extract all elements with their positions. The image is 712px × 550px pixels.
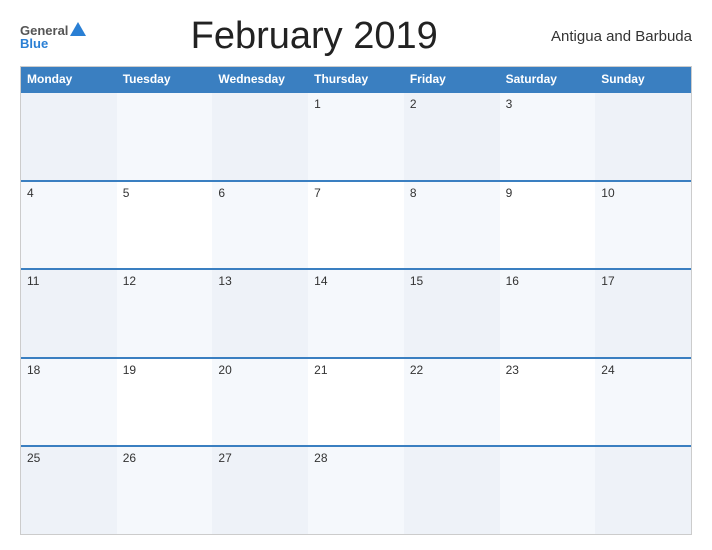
calendar-week: 25 26 27 28 <box>21 445 691 534</box>
day-number: 8 <box>410 186 417 200</box>
calendar-cell: 14 <box>308 270 404 357</box>
country-label: Antigua and Barbuda <box>542 28 692 45</box>
calendar-cell: 4 <box>21 182 117 269</box>
day-number: 15 <box>410 274 423 288</box>
day-number: 6 <box>218 186 225 200</box>
weekday-header: Wednesday <box>212 67 308 91</box>
logo-blue-text: Blue <box>20 37 48 50</box>
calendar-cell: 1 <box>308 93 404 180</box>
weekday-header: Friday <box>404 67 500 91</box>
calendar-cell: 15 <box>404 270 500 357</box>
day-number: 23 <box>506 363 519 377</box>
calendar-cell <box>595 93 691 180</box>
day-number: 5 <box>123 186 130 200</box>
calendar-week: 18 19 20 21 22 23 24 <box>21 357 691 446</box>
day-number: 19 <box>123 363 136 377</box>
calendar-cell: 10 <box>595 182 691 269</box>
calendar-cell <box>212 93 308 180</box>
calendar-title: February 2019 <box>86 15 542 58</box>
calendar-cell <box>404 447 500 534</box>
day-number: 22 <box>410 363 423 377</box>
day-number: 20 <box>218 363 231 377</box>
day-number: 28 <box>314 451 327 465</box>
weekday-header: Monday <box>21 67 117 91</box>
weekday-header: Thursday <box>308 67 404 91</box>
calendar-week: 11 12 13 14 15 16 17 <box>21 268 691 357</box>
calendar-cell: 12 <box>117 270 213 357</box>
day-number: 13 <box>218 274 231 288</box>
calendar-cell: 23 <box>500 359 596 446</box>
day-number: 16 <box>506 274 519 288</box>
day-number: 9 <box>506 186 513 200</box>
calendar-cell: 20 <box>212 359 308 446</box>
logo-general-text: General <box>20 24 68 37</box>
day-number: 4 <box>27 186 34 200</box>
calendar-cell: 17 <box>595 270 691 357</box>
calendar-cell <box>595 447 691 534</box>
calendar-cell: 22 <box>404 359 500 446</box>
day-number: 1 <box>314 97 321 111</box>
logo-triangle-icon <box>70 22 86 36</box>
calendar-cell <box>117 93 213 180</box>
day-number: 14 <box>314 274 327 288</box>
calendar-cell: 26 <box>117 447 213 534</box>
day-number: 26 <box>123 451 136 465</box>
calendar-cell: 3 <box>500 93 596 180</box>
calendar-week: 4 5 6 7 8 9 10 <box>21 180 691 269</box>
day-number: 21 <box>314 363 327 377</box>
logo: General Blue <box>20 24 86 50</box>
calendar-cell <box>21 93 117 180</box>
day-number: 18 <box>27 363 40 377</box>
calendar-cell <box>500 447 596 534</box>
calendar-cell: 6 <box>212 182 308 269</box>
calendar-cell: 9 <box>500 182 596 269</box>
weekday-header: Tuesday <box>117 67 213 91</box>
header: General Blue February 2019 Antigua and B… <box>20 15 692 58</box>
calendar-week: 1 2 3 <box>21 91 691 180</box>
day-number: 11 <box>27 274 39 288</box>
day-number: 10 <box>601 186 614 200</box>
calendar-cell: 24 <box>595 359 691 446</box>
calendar-cell: 21 <box>308 359 404 446</box>
calendar-cell: 2 <box>404 93 500 180</box>
calendar-body: 1234567891011121314151617181920212223242… <box>21 91 691 534</box>
day-number: 3 <box>506 97 513 111</box>
weekday-header: Saturday <box>500 67 596 91</box>
calendar-cell: 11 <box>21 270 117 357</box>
calendar-cell: 18 <box>21 359 117 446</box>
calendar-cell: 13 <box>212 270 308 357</box>
weekday-header: Sunday <box>595 67 691 91</box>
day-number: 12 <box>123 274 136 288</box>
day-number: 24 <box>601 363 614 377</box>
calendar-cell: 7 <box>308 182 404 269</box>
day-number: 7 <box>314 186 321 200</box>
calendar-header: MondayTuesdayWednesdayThursdayFridaySatu… <box>21 67 691 91</box>
day-number: 25 <box>27 451 40 465</box>
day-number: 27 <box>218 451 231 465</box>
day-number: 2 <box>410 97 417 111</box>
calendar-cell: 27 <box>212 447 308 534</box>
day-number: 17 <box>601 274 614 288</box>
calendar-cell: 5 <box>117 182 213 269</box>
calendar-cell: 25 <box>21 447 117 534</box>
calendar-cell: 8 <box>404 182 500 269</box>
calendar-cell: 16 <box>500 270 596 357</box>
calendar: MondayTuesdayWednesdayThursdayFridaySatu… <box>20 66 692 535</box>
calendar-cell: 19 <box>117 359 213 446</box>
calendar-cell: 28 <box>308 447 404 534</box>
page: General Blue February 2019 Antigua and B… <box>0 0 712 550</box>
